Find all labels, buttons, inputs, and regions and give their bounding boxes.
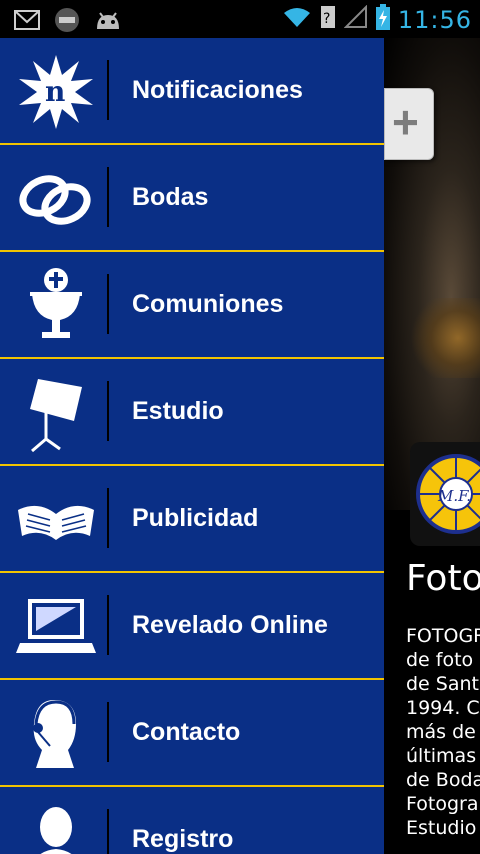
battery-charging-icon bbox=[375, 4, 390, 35]
body-line: últimas bbox=[406, 745, 477, 767]
menu-item-notificaciones[interactable]: n Notificaciones bbox=[0, 38, 384, 145]
menu-item-registro[interactable]: Registro bbox=[0, 787, 384, 854]
laptop-icon bbox=[14, 585, 98, 669]
menu-item-label: Contacto bbox=[132, 718, 241, 746]
menu-item-label: Registro bbox=[132, 825, 234, 853]
main-content: + M.F. Foto FOTOGR de foto de Sant 1994.… bbox=[384, 38, 480, 854]
divider bbox=[107, 809, 109, 854]
clock: 11:56 bbox=[397, 5, 472, 34]
chalice-icon bbox=[14, 264, 98, 348]
navigation-drawer: n Notificaciones Bodas Comuniones Estudi… bbox=[0, 38, 384, 854]
notification-badge-icon: n bbox=[14, 50, 98, 134]
body-line: 1994. C bbox=[406, 697, 480, 719]
menu-item-label: Revelado Online bbox=[132, 611, 328, 639]
menu-item-publicidad[interactable]: Publicidad bbox=[0, 466, 384, 573]
wifi-icon bbox=[282, 5, 312, 34]
menu-item-label: Bodas bbox=[132, 183, 209, 211]
headset-contact-icon bbox=[14, 692, 98, 776]
plus-icon: + bbox=[392, 96, 419, 148]
android-icon bbox=[94, 9, 122, 36]
studio-logo: M.F. bbox=[410, 442, 480, 546]
signal-icon bbox=[343, 4, 368, 34]
wedding-rings-icon bbox=[14, 157, 98, 241]
divider bbox=[107, 167, 109, 227]
status-bar: ? 11:56 bbox=[0, 0, 480, 38]
menu-item-label: Estudio bbox=[132, 397, 224, 425]
svg-text:?: ? bbox=[323, 11, 330, 27]
studio-light-icon bbox=[14, 371, 98, 455]
divider bbox=[107, 381, 109, 441]
divider bbox=[107, 488, 109, 548]
svg-text:n: n bbox=[45, 75, 65, 108]
body-text: FOTOGR de foto de Sant 1994. C más de úl… bbox=[406, 624, 480, 840]
divider bbox=[107, 702, 109, 762]
divider bbox=[107, 595, 109, 655]
open-book-icon bbox=[14, 478, 98, 562]
divider bbox=[107, 274, 109, 334]
menu-item-estudio[interactable]: Estudio bbox=[0, 359, 384, 466]
body-line: de foto bbox=[406, 649, 474, 671]
add-button[interactable]: + bbox=[384, 88, 434, 160]
user-icon bbox=[14, 799, 98, 854]
app-notification-icon bbox=[54, 7, 80, 38]
divider bbox=[107, 60, 109, 120]
gmail-icon bbox=[14, 10, 40, 35]
menu-item-label: Notificaciones bbox=[132, 76, 303, 104]
no-sim-icon: ? bbox=[320, 5, 336, 34]
body-line: Estudio bbox=[406, 817, 477, 839]
menu-item-contacto[interactable]: Contacto bbox=[0, 680, 384, 787]
body-line: más de bbox=[406, 721, 476, 743]
logo-text: M.F. bbox=[437, 487, 471, 505]
body-line: FOTOGR bbox=[406, 625, 480, 647]
menu-item-label: Comuniones bbox=[132, 290, 284, 318]
page-title: Foto bbox=[406, 558, 480, 599]
body-line: Fotogra bbox=[406, 793, 479, 815]
menu-item-label: Publicidad bbox=[132, 504, 259, 532]
menu-item-comuniones[interactable]: Comuniones bbox=[0, 252, 384, 359]
menu-item-bodas[interactable]: Bodas bbox=[0, 145, 384, 252]
body-line: de Boda bbox=[406, 769, 480, 791]
body-line: de Sant bbox=[406, 673, 479, 695]
menu-item-revelado-online[interactable]: Revelado Online bbox=[0, 573, 384, 680]
